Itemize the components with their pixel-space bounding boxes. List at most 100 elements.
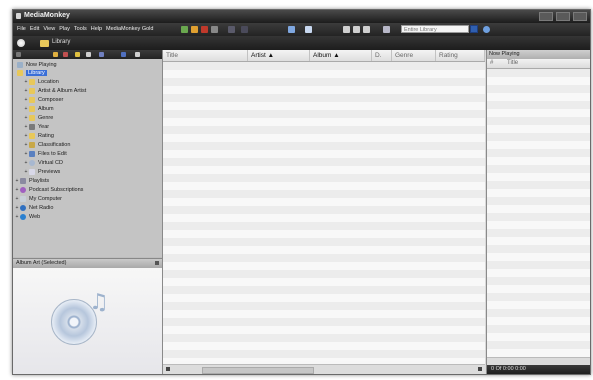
tree-year[interactable]: + Year	[24, 123, 49, 131]
track-rows[interactable]	[163, 62, 485, 361]
now-playing-icon	[17, 62, 23, 68]
tree-my-computer[interactable]: + My Computer	[15, 195, 62, 203]
expand-icon[interactable]: +	[24, 133, 28, 139]
seek-icon[interactable]	[241, 26, 248, 33]
tree-net-radio[interactable]: + Net Radio	[15, 204, 53, 212]
tree-podcasts[interactable]: + Podcast Subscriptions	[15, 186, 83, 194]
tree-tool-icon[interactable]	[99, 52, 104, 57]
menu-play[interactable]: Play	[59, 26, 70, 32]
tree-tool-icon[interactable]	[86, 52, 91, 57]
expand-icon[interactable]: +	[15, 178, 19, 184]
tree-tool-icon[interactable]	[16, 52, 21, 57]
expand-icon[interactable]: +	[24, 115, 28, 121]
menu-help[interactable]: Help	[91, 26, 102, 32]
scroll-left-icon[interactable]	[166, 367, 170, 371]
expand-icon[interactable]: +	[24, 169, 28, 175]
volume-icon[interactable]	[228, 26, 235, 33]
column-title[interactable]: Title	[163, 50, 248, 61]
expand-icon[interactable]: +	[24, 106, 28, 112]
tree-artist[interactable]: + Artist & Album Artist	[24, 87, 86, 95]
album-art-title: Album Art (Selected)	[16, 260, 67, 266]
tree-web[interactable]: + Web	[15, 213, 40, 221]
title-bar: MediaMonkey	[13, 10, 590, 23]
equalizer-icon[interactable]	[383, 26, 390, 33]
library-folder-icon	[17, 70, 23, 76]
expand-icon[interactable]: +	[24, 88, 28, 94]
repeat-icon[interactable]	[305, 26, 312, 33]
cd-icon	[29, 160, 35, 166]
calendar-icon	[29, 124, 35, 130]
column-date[interactable]: D.	[372, 50, 392, 61]
tree-composer[interactable]: + Composer	[24, 96, 63, 104]
tree-tool-icon[interactable]	[75, 52, 80, 57]
menu-edit[interactable]: Edit	[30, 26, 39, 32]
column-artist[interactable]: Artist ▲	[248, 50, 310, 61]
play-icon[interactable]	[191, 26, 198, 33]
tree-classification[interactable]: + Classification	[24, 141, 70, 149]
folder-icon	[29, 97, 35, 103]
expand-icon[interactable]: +	[24, 124, 28, 130]
column-album[interactable]: Album ▲	[310, 50, 372, 61]
breadcrumb-library[interactable]: Library	[52, 39, 70, 45]
previous-icon[interactable]	[181, 26, 188, 33]
expand-icon[interactable]: +	[24, 142, 28, 148]
now-playing-rows[interactable]	[487, 69, 590, 357]
column-number[interactable]: #	[490, 59, 493, 68]
tree-previews[interactable]: + Previews	[24, 168, 60, 176]
window-controls	[539, 12, 587, 21]
search-icon[interactable]	[483, 26, 490, 33]
tree-playlists[interactable]: + Playlists	[15, 177, 49, 185]
expand-icon[interactable]: +	[24, 97, 28, 103]
close-button[interactable]	[573, 12, 587, 21]
horizontal-scrollbar[interactable]	[163, 364, 485, 374]
tree-tool-icon[interactable]	[135, 52, 140, 57]
tree-tool-icon[interactable]	[121, 52, 126, 57]
expand-icon[interactable]: +	[24, 160, 28, 166]
menu-gold[interactable]: MediaMonkey Gold	[106, 26, 153, 32]
next-icon[interactable]	[211, 26, 218, 33]
back-icon[interactable]	[17, 39, 25, 47]
close-icon[interactable]	[155, 261, 159, 265]
expand-icon[interactable]: +	[24, 151, 28, 157]
now-playing-status: 0 Of 0:00 0:00	[487, 365, 590, 374]
star-icon	[29, 133, 35, 139]
breadcrumb: Library	[13, 36, 590, 50]
expand-icon[interactable]: +	[15, 196, 19, 202]
search-scope-dropdown[interactable]	[470, 25, 478, 33]
tree-files-to-edit[interactable]: + Files to Edit	[24, 150, 67, 158]
tree-virtual-cd[interactable]: + Virtual CD	[24, 159, 63, 167]
expand-icon[interactable]: +	[15, 214, 19, 220]
column-np-title[interactable]: Title	[507, 59, 518, 68]
scroll-right-icon[interactable]	[478, 367, 482, 371]
tree-rating[interactable]: + Rating	[24, 132, 54, 140]
maximize-button[interactable]	[556, 12, 570, 21]
folder-icon	[29, 142, 35, 148]
menu-view[interactable]: View	[43, 26, 55, 32]
column-genre[interactable]: Genre	[392, 50, 436, 61]
column-rating[interactable]: Rating	[436, 50, 485, 61]
expand-icon[interactable]: +	[15, 205, 19, 211]
expand-icon[interactable]: +	[24, 79, 28, 85]
scroll-thumb[interactable]	[202, 367, 314, 374]
menu-toolbar: File Edit View Play Tools Help MediaMonk…	[13, 23, 590, 36]
view-list-icon[interactable]	[363, 26, 370, 33]
tree-now-playing[interactable]: Now Playing	[17, 61, 57, 69]
folder-icon	[29, 88, 35, 94]
tree-album[interactable]: + Album	[24, 105, 54, 113]
tree-genre[interactable]: + Genre	[24, 114, 53, 122]
tree-location[interactable]: + Location	[24, 78, 59, 86]
view-details-icon[interactable]	[343, 26, 350, 33]
tree-tool-icon[interactable]	[63, 52, 68, 57]
now-playing-columns: # Title	[487, 59, 590, 69]
view-grid-icon[interactable]	[353, 26, 360, 33]
shuffle-icon[interactable]	[288, 26, 295, 33]
music-note-icon: ♫	[89, 290, 109, 315]
tree-tool-icon[interactable]	[53, 52, 58, 57]
tree-library[interactable]: Library	[17, 69, 47, 77]
minimize-button[interactable]	[539, 12, 553, 21]
expand-icon[interactable]: +	[15, 187, 19, 193]
menu-tools[interactable]: Tools	[74, 26, 87, 32]
stop-icon[interactable]	[201, 26, 208, 33]
menu-file[interactable]: File	[17, 26, 26, 32]
search-input[interactable]: Entire Library	[401, 25, 469, 33]
